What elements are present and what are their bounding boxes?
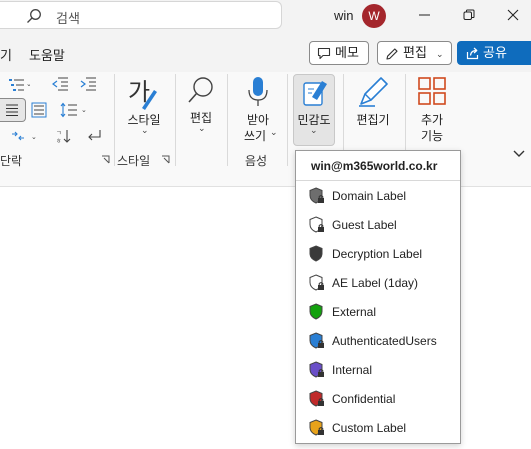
line-spacing-icon[interactable]: ⌄ [60, 102, 90, 118]
restore-button[interactable] [449, 0, 489, 30]
shield-lock-icon [309, 419, 324, 436]
sensitivity-menu: win@m365world.co.kr Domain Label Guest La… [295, 150, 461, 444]
menu-item-label: AE Label (1day) [332, 276, 419, 290]
style-icon: 가 [128, 78, 157, 110]
microphone-icon [248, 77, 268, 106]
menu-item-authenticated-users[interactable]: AuthenticatedUsers [296, 327, 460, 355]
share-icon [466, 47, 479, 60]
minimize-icon [419, 14, 430, 16]
dictate-button[interactable]: 받아 쓰기 ⌄ [236, 76, 280, 146]
shield-lock-icon [309, 390, 324, 407]
sensitivity-icon [303, 81, 327, 106]
text-direction-icon[interactable]: ⌄ [10, 128, 40, 144]
shield-lock-icon [309, 216, 324, 233]
chevron-down-icon: ⌄ [310, 125, 318, 135]
close-icon [507, 9, 519, 21]
menu-item-guest-label[interactable]: Guest Label [296, 211, 460, 239]
shield-icon [309, 245, 323, 262]
svg-text:⌄: ⌄ [31, 134, 37, 141]
editor-icon [359, 77, 388, 107]
increase-indent-icon[interactable] [80, 77, 98, 91]
edit-mode-label: 편집 [403, 45, 427, 60]
dialog-launcher-icon[interactable] [101, 155, 110, 164]
chevron-down-icon: ⌄ [270, 127, 278, 137]
chevron-down-icon: ⌄ [141, 125, 149, 135]
style-group-label: 스타일 [117, 154, 151, 168]
addins-button-label-1: 추가 [420, 113, 444, 127]
search-icon [27, 9, 41, 23]
addins-icon [418, 77, 446, 105]
comment-icon [317, 47, 331, 60]
shield-lock-icon [309, 361, 324, 378]
menu-item-label: External [332, 305, 377, 319]
menu-item-internal[interactable]: Internal [296, 356, 460, 384]
restore-icon [463, 9, 475, 20]
ribbon-separator [227, 74, 228, 166]
paragraph-mark-icon[interactable] [86, 128, 104, 144]
dictate-button-label-1: 받아 [246, 113, 270, 127]
avatar[interactable]: W [362, 4, 386, 28]
decrease-indent-icon[interactable] [52, 77, 70, 91]
search-box[interactable]: 검색 [0, 1, 282, 29]
shield-lock-icon [309, 274, 324, 291]
menu-item-label: Domain Label [332, 189, 407, 203]
svg-text:ㅎ: ㅎ [56, 139, 62, 144]
menu-item-decryption-label[interactable]: Decryption Label [296, 240, 460, 268]
memo-button[interactable]: 메모 [309, 41, 369, 65]
menu-item-label: Confidential [332, 392, 396, 406]
editing-button[interactable]: 편집 ⌄ [182, 76, 220, 146]
menu-item-confidential[interactable]: Confidential [296, 385, 460, 413]
menu-item-custom-label[interactable]: Custom Label [296, 414, 460, 442]
justify-icon[interactable] [31, 102, 47, 118]
find-icon [188, 77, 213, 103]
addins-button[interactable]: 추가 기능 [410, 76, 454, 146]
user-name[interactable]: win [334, 8, 354, 23]
multilevel-list-icon[interactable]: ⌄ [8, 77, 30, 93]
editor-button-label: 편집기 [356, 113, 390, 127]
ribbon-separator [287, 74, 288, 166]
sensitivity-button[interactable]: 민감도 ⌄ [293, 74, 335, 146]
editor-button[interactable]: 편집기 [350, 76, 396, 146]
ribbon-separator [114, 74, 115, 166]
search-placeholder: 검색 [56, 11, 80, 26]
align-left-button[interactable] [0, 98, 26, 122]
addins-button-label-2: 기능 [420, 129, 444, 143]
edit-mode-button[interactable]: 편집 ⌄ [377, 41, 452, 65]
dialog-launcher-icon[interactable] [161, 155, 170, 164]
shield-lock-icon [309, 332, 324, 349]
shield-lock-icon [309, 187, 324, 204]
close-button[interactable] [493, 0, 531, 30]
menu-item-label: AuthenticatedUsers [332, 334, 437, 348]
style-button[interactable]: 가 스타일 ⌄ [122, 76, 166, 146]
paragraph-group-label: 단락 [0, 154, 23, 168]
share-button[interactable]: 공유 [457, 41, 531, 65]
align-left-icon [6, 104, 18, 116]
tab-partial[interactable]: 기 [0, 45, 12, 64]
menu-item-label: Custom Label [332, 421, 407, 435]
share-label: 공유 [483, 45, 507, 60]
collapse-ribbon-icon[interactable] [512, 149, 526, 159]
svg-text:ㄱ: ㄱ [56, 131, 62, 137]
voice-group-label: 음성 [245, 154, 268, 168]
shield-icon [309, 303, 323, 320]
menu-item-label: Decryption Label [332, 247, 423, 261]
chevron-down-icon: ⌄ [198, 123, 206, 133]
menu-item-domain-label[interactable]: Domain Label [296, 182, 460, 210]
dictate-button-label-2: 쓰기 [243, 129, 267, 143]
pencil-icon [386, 48, 398, 60]
menu-item-ae-label[interactable]: AE Label (1day) [296, 269, 460, 297]
sort-icon[interactable]: ㄱㅎ [56, 128, 74, 144]
svg-text:⌄: ⌄ [26, 81, 30, 88]
minimize-button[interactable] [405, 0, 445, 30]
chevron-down-icon: ⌄ [436, 49, 444, 59]
svg-text:⌄: ⌄ [81, 107, 87, 114]
account-header: win@m365world.co.kr [296, 151, 460, 181]
memo-label: 메모 [335, 45, 359, 60]
menu-item-external[interactable]: External [296, 298, 460, 326]
menu-item-label: Internal [332, 363, 373, 377]
menu-item-label: Guest Label [332, 218, 397, 232]
tab-help[interactable]: 도움말 [29, 45, 65, 64]
ribbon-separator [175, 74, 176, 166]
